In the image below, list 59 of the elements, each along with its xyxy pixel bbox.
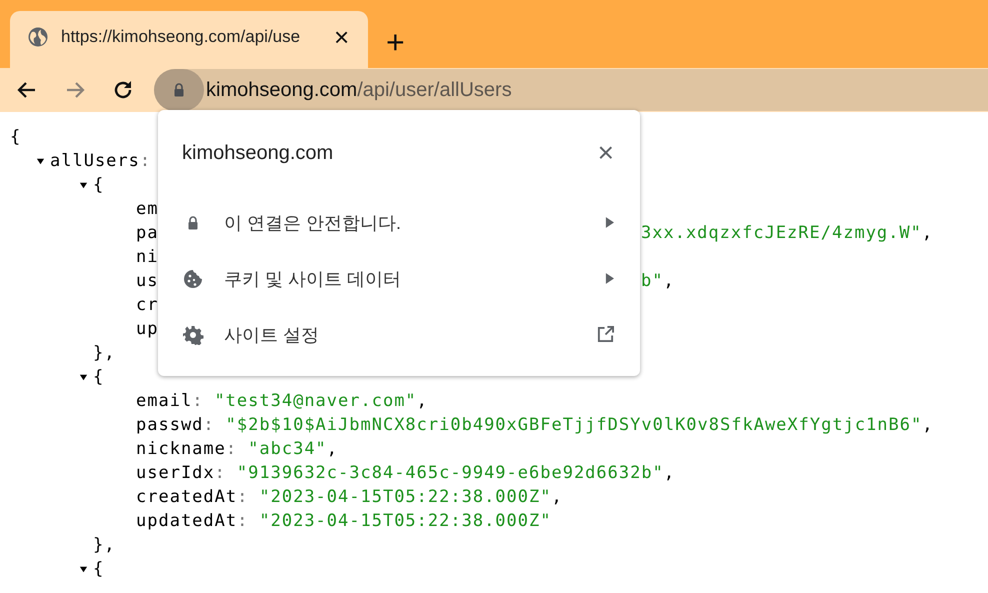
json-key: pa [136, 223, 158, 243]
expand-toggle-icon[interactable] [79, 372, 88, 382]
code-text: , [922, 222, 934, 245]
json-key: allUsers: [50, 149, 152, 173]
json-value: "9139632c-3c84-465c-9949-e6be92d6632b" [236, 462, 664, 485]
expand-toggle-icon[interactable] [36, 156, 45, 166]
code-text: , [326, 438, 338, 461]
code-text: , [664, 462, 676, 485]
popup-menu-item[interactable]: 쿠키 및 사이트 데이터 [182, 249, 614, 308]
json-value: "test34@naver.com" [214, 390, 417, 413]
close-button[interactable]: × [598, 139, 614, 167]
settings-icon [182, 324, 204, 344]
globe-icon [28, 26, 48, 46]
code-text: { [93, 366, 104, 389]
json-value: "2023-04-15T05:22:38.000Z" [259, 510, 552, 533]
json-key: cr [136, 295, 158, 315]
menu-item-label: 사이트 설정 [224, 324, 320, 346]
menu-item-label: 쿠키 및 사이트 데이터 [224, 268, 402, 290]
json-key: passwd: [136, 413, 215, 437]
tab-title: https://kimohseong.com/api/use [61, 26, 302, 46]
json-key: updatedAt: [136, 509, 248, 533]
json-key: ni [136, 247, 158, 267]
expand-toggle-icon[interactable] [79, 180, 88, 190]
external-link-icon [597, 326, 614, 343]
json-key: email: [136, 389, 204, 413]
code-text: , [551, 486, 563, 509]
chevron-right-icon [605, 273, 614, 284]
json-value: 3xx.xdqzxfcJEzRE/4zmyg.W" [641, 222, 922, 245]
json-value: "2023-04-15T05:22:38.000Z" [259, 486, 552, 509]
menu-item-label: 이 연결은 안전합니다. [224, 212, 402, 234]
code-text: }, [93, 342, 116, 365]
chevron-right-icon [605, 217, 614, 228]
new-tab-button[interactable]: + [386, 26, 405, 58]
browser-tab[interactable]: https://kimohseong.com/api/use × [10, 11, 368, 68]
popup-menu-item[interactable]: 이 연결은 안전합니다. [182, 193, 614, 252]
json-key: nickname: [136, 437, 238, 461]
json-key: us [136, 271, 158, 291]
json-key: em [136, 199, 158, 219]
url-text: kimohseong.com/api/user/allUsers [206, 78, 512, 102]
json-value: b" [641, 270, 664, 293]
site-info-button[interactable] [154, 69, 204, 111]
code-text: }, [93, 534, 116, 557]
json-key: userIdx: [136, 461, 226, 485]
code-text: , [663, 270, 675, 293]
json-key: createdAt: [136, 485, 248, 509]
code-text: , [922, 414, 934, 437]
code-text: { [10, 126, 22, 149]
expand-toggle-icon[interactable] [79, 564, 88, 574]
json-key: up [136, 319, 158, 339]
cookie-icon [182, 268, 204, 288]
close-tab-button[interactable]: × [334, 24, 350, 50]
code-text: { [93, 558, 104, 581]
code-text: { [93, 174, 104, 197]
json-value: "$2b$10$AiJbmNCX8cri0b490xGBFeTjjfDSYv0lK0v8SfkAweXfYgtjc1nB6" [226, 414, 922, 437]
popup-menu-item[interactable]: 사이트 설정 [182, 305, 614, 364]
address-bar[interactable]: kimohseong.com/api/user/allUsers [154, 69, 988, 111]
popup-title: kimohseong.com [182, 142, 334, 164]
code-text: , [416, 390, 428, 413]
json-value: "abc34" [248, 438, 327, 461]
